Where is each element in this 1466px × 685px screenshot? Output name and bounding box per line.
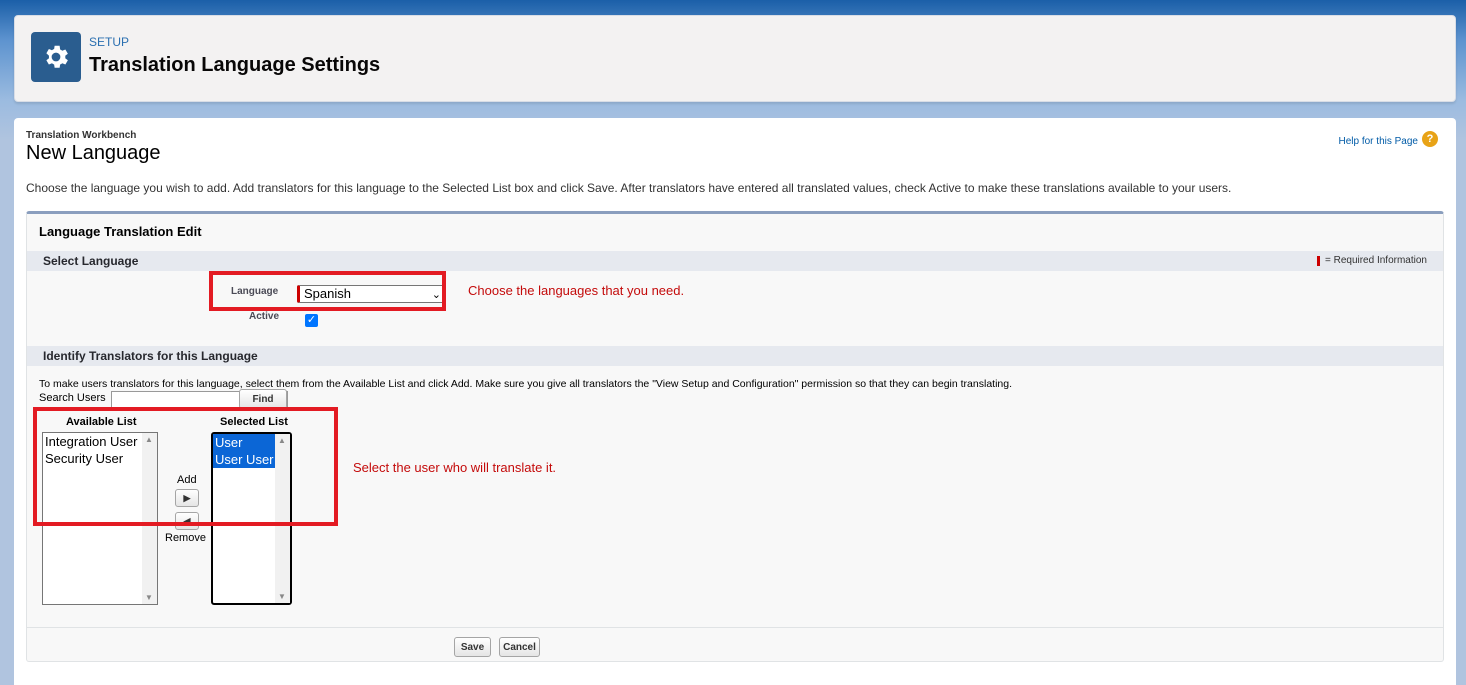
intro-text: Choose the language you wish to add. Add… bbox=[26, 181, 1232, 195]
active-checkbox[interactable]: ✓ bbox=[305, 314, 318, 327]
scroll-down-icon: ▼ bbox=[145, 593, 153, 602]
required-info: = Required Information bbox=[1316, 255, 1427, 266]
divider bbox=[27, 627, 1443, 628]
find-button[interactable]: Find bbox=[239, 389, 287, 409]
section-select-language: Select Language = Required Information bbox=[27, 251, 1443, 271]
section-select-language-title: Select Language bbox=[43, 254, 139, 268]
setup-header: SETUP Translation Language Settings bbox=[14, 15, 1456, 102]
active-label: Active bbox=[249, 311, 280, 322]
save-button[interactable]: Save bbox=[454, 637, 491, 657]
search-users-label: Search Users bbox=[39, 392, 106, 404]
edit-block: Language Translation Edit Select Languag… bbox=[26, 211, 1444, 662]
annotation-note-language: Choose the languages that you need. bbox=[468, 283, 685, 298]
setup-eyebrow[interactable]: SETUP bbox=[89, 35, 129, 49]
scroll-down-icon: ▼ bbox=[278, 592, 286, 601]
block-title: Language Translation Edit bbox=[39, 224, 202, 239]
section-title: New Language bbox=[26, 142, 161, 164]
gear-icon bbox=[31, 32, 81, 82]
annotation-box-language bbox=[209, 271, 446, 311]
page-title: Translation Language Settings bbox=[89, 54, 381, 76]
required-marker bbox=[1316, 255, 1320, 266]
required-info-label: = Required Information bbox=[1324, 255, 1427, 266]
help-link[interactable]: Help for this Page bbox=[1339, 136, 1419, 147]
annotation-box-users bbox=[33, 407, 338, 526]
remove-label: Remove bbox=[165, 532, 206, 544]
breadcrumb: Translation Workbench bbox=[26, 130, 137, 141]
section-translators-title: Identify Translators for this Language bbox=[43, 349, 258, 363]
help-icon[interactable]: ? bbox=[1422, 131, 1438, 147]
main-content: Translation Workbench New Language Help … bbox=[14, 118, 1456, 685]
cancel-button[interactable]: Cancel bbox=[499, 637, 540, 657]
translators-description: To make users translators for this langu… bbox=[39, 378, 1013, 390]
annotation-note-users: Select the user who will translate it. bbox=[353, 460, 557, 475]
section-translators: Identify Translators for this Language bbox=[27, 346, 1443, 366]
